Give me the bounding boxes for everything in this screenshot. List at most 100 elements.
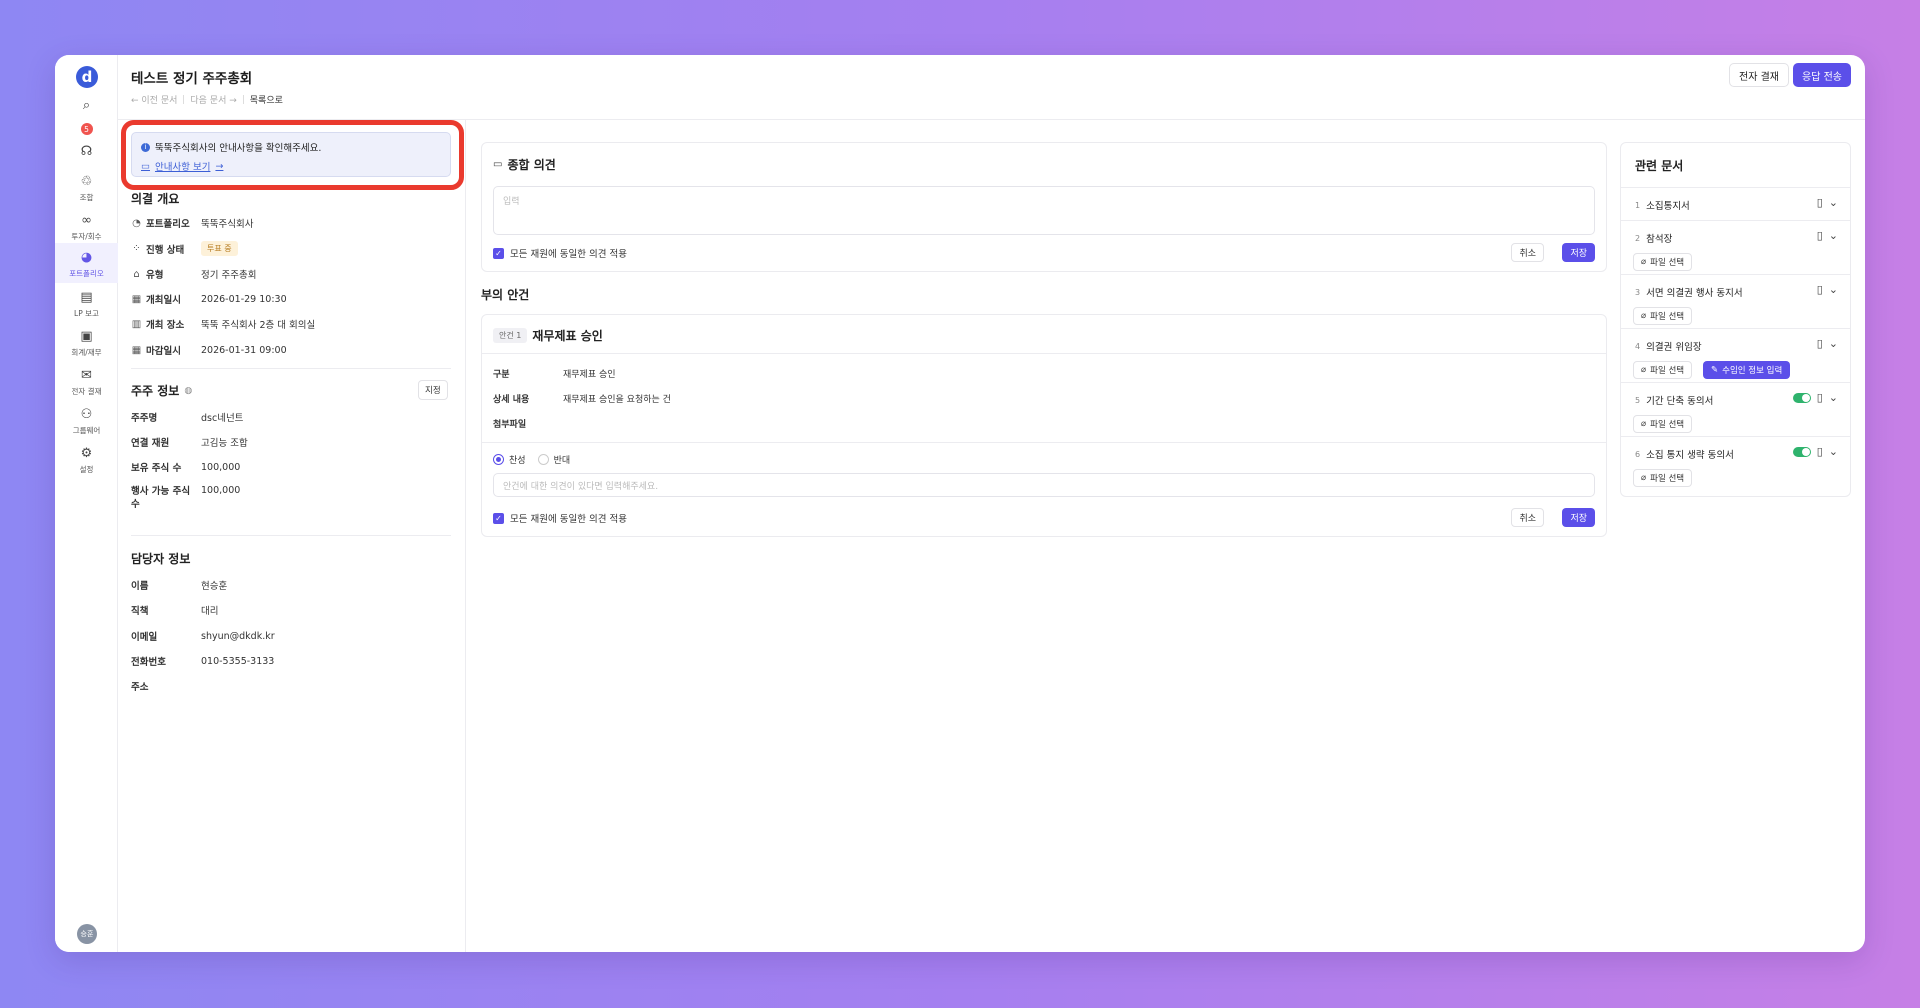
apply-all-agenda-checkbox[interactable]: ✓ 모든 재원에 동일한 의견 적용 (493, 511, 627, 525)
related-doc-row[interactable]: 1 소집통지서 ▯ ⌄ (1621, 187, 1850, 220)
doc-number: 3 (1635, 287, 1641, 297)
file-select-button[interactable]: ⌀ 파일 선택 (1633, 307, 1693, 325)
sidebar-item-lp-report[interactable]: ▤ LP 보고 (55, 291, 118, 319)
proxy-info-button[interactable]: ✎ 수임인 정보 입력 (1703, 361, 1791, 379)
file-select-button[interactable]: ⌀ 파일 선택 (1633, 361, 1693, 379)
chevron-down-icon[interactable]: ⌄ (1829, 196, 1838, 209)
agenda-title: 안건 1 재무제표 승인 (493, 327, 603, 344)
apply-all-opinion-checkbox[interactable]: ✓ 모든 재원에 동일한 의견 적용 (493, 246, 627, 260)
agenda-save-button[interactable]: 저장 (1562, 508, 1595, 527)
overview-row: ▦ 개최일시 2026-01-29 10:30 (131, 292, 287, 307)
document-icon[interactable]: ▯ (1817, 283, 1823, 296)
sidebar-item-accounting[interactable]: ▣ 회계/재무 (55, 330, 118, 358)
radio-unselected-icon (537, 454, 549, 465)
app-logo[interactable]: d (76, 66, 98, 88)
assign-button[interactable]: 지정 (418, 380, 448, 400)
related-doc-row[interactable]: 6 소집 통지 생략 동의서 ▯ ⌄ ⌀ 파일 선택 (1621, 436, 1850, 490)
related-doc-row[interactable]: 3 서면 의결권 행사 동지서 ▯ ⌄ ⌀ 파일 선택 (1621, 274, 1850, 328)
opinion-input[interactable]: 입력 (493, 186, 1595, 235)
document-icon[interactable]: ▯ (1817, 337, 1823, 350)
approve-radio[interactable]: 찬성 (493, 453, 526, 466)
chevron-down-icon[interactable]: ⌄ (1829, 337, 1838, 350)
row-label: 유형 (146, 270, 164, 281)
doc-actions: ▯ ⌄ (1792, 391, 1838, 404)
loading-icon: ⁘ (132, 243, 141, 254)
search-button[interactable]: ⌕ (55, 99, 118, 113)
agenda-row: 구분 재무제표 승인 (493, 367, 616, 380)
radio-label: 찬성 (509, 456, 526, 466)
support-button[interactable]: ☊ (55, 145, 118, 159)
sidebar-item-label: 설정 (79, 465, 94, 474)
reject-radio[interactable]: 반대 (537, 453, 570, 466)
notification-button[interactable]: 5 (55, 123, 118, 135)
doc-navigation: ← 이전 문서 다음 문서 → 목록으로 (131, 93, 283, 106)
chevron-down-icon[interactable]: ⌄ (1829, 283, 1838, 296)
row-value: 재무제표 승인을 요청하는 건 (563, 395, 671, 405)
association-icon: ♲ (80, 174, 93, 189)
check-icon: ✓ (493, 247, 504, 259)
sidebar-item-esign[interactable]: ✉ 전자 결재 (55, 369, 118, 397)
send-response-button[interactable]: 응답 전송 (1793, 63, 1851, 87)
chevron-down-icon[interactable]: ⌄ (1829, 391, 1838, 404)
overview-row: ▦ 마감일시 2026-01-31 09:00 (131, 343, 287, 358)
overview-row: ⌂ 유형 정기 주주총회 (131, 267, 256, 282)
portfolio-icon: ◕ (80, 250, 93, 265)
related-doc-row[interactable]: 2 참석장 ▯ ⌄ ⌀ 파일 선택 (1621, 220, 1850, 274)
file-select-button[interactable]: ⌀ 파일 선택 (1633, 253, 1693, 271)
opinion-save-button[interactable]: 저장 (1562, 243, 1595, 262)
row-label: 연결 재원 (131, 438, 170, 449)
sidebar-item-settings[interactable]: ⚙ 설정 (55, 447, 118, 475)
shareholder-row: 보유 주식 수 100,000 (131, 460, 240, 475)
opinion-cancel-button[interactable]: 취소 (1511, 243, 1544, 262)
search-icon: ⌕ (82, 98, 91, 113)
chevron-down-icon[interactable]: ⌄ (1829, 229, 1838, 242)
row-value: 010-5355-3133 (201, 655, 275, 667)
sidebar-item-label: 조합 (79, 193, 94, 202)
row-value: dsc네넌트 (201, 413, 244, 424)
row-label: 주소 (131, 682, 149, 693)
document-icon[interactable]: ▯ (1817, 391, 1823, 404)
settings-icon: ⚙ (80, 446, 93, 461)
paperclip-icon: ⌀ (1641, 473, 1647, 483)
row-label: 진행 상태 (146, 244, 185, 256)
avatar[interactable]: 승훈 (77, 924, 97, 944)
sidebar-item-investment[interactable]: ∞ 투자/회수 (55, 214, 118, 242)
document-icon[interactable]: ▯ (1817, 229, 1823, 242)
doc-name: 3 서면 의결권 행사 동지서 (1635, 285, 1743, 300)
prev-doc-link[interactable]: ← 이전 문서 (131, 93, 177, 106)
notice-text: 뚝뚝주식회사의 안내사항을 확인해주세요. (155, 143, 322, 154)
chevron-down-icon[interactable]: ⌄ (1829, 445, 1838, 458)
document-icon[interactable]: ▯ (1817, 196, 1823, 209)
sidebar-item-label: 전자 결재 (71, 387, 102, 396)
back-to-list-link[interactable]: 목록으로 (250, 93, 283, 106)
opinion-card: ▭ 종합 의견 입력 ✓ 모든 재원에 동일한 의견 적용 취소 저장 (481, 142, 1607, 272)
sidebar-item-portfolio[interactable]: ◕ 포트폴리오 (55, 243, 118, 283)
agenda-card: 안건 1 재무제표 승인 구분 재무제표 승인 상세 내용 재무제표 승인을 요청하는… (481, 314, 1607, 537)
investment-icon: ∞ (81, 213, 92, 228)
row-label: 행사 가능 주식 수 (131, 486, 191, 510)
sidebar-item-association[interactable]: ♲ 조합 (55, 175, 118, 203)
portfolio-icon: ◔ (132, 217, 141, 229)
overview-row: ⁘ 진행 상태 투표 중 (131, 241, 238, 256)
paperclip-icon: ⌀ (1641, 311, 1647, 321)
pencil-icon: ✎ (1711, 365, 1719, 375)
help-icon[interactable]: ◍ (184, 386, 192, 396)
agenda-cancel-button[interactable]: 취소 (1511, 508, 1544, 527)
file-select-button[interactable]: ⌀ 파일 선택 (1633, 415, 1693, 433)
document-icon[interactable]: ▯ (1817, 445, 1823, 458)
related-doc-row[interactable]: 5 기간 단축 동의서 ▯ ⌄ ⌀ 파일 선택 (1621, 382, 1850, 436)
sidebar-item-label: 그룹웨어 (72, 426, 101, 435)
toggle-switch[interactable] (1792, 446, 1811, 457)
section-title-text: 주주 정보 (131, 384, 180, 398)
toggle-switch[interactable] (1792, 392, 1811, 403)
file-select-button[interactable]: ⌀ 파일 선택 (1633, 469, 1693, 487)
esign-button[interactable]: 전자 결재 (1729, 63, 1789, 87)
notice-banner: i 뚝뚝주식회사의 안내사항을 확인해주세요. ▭ 안내사항 보기 → (131, 132, 451, 177)
view-notice-link[interactable]: ▭ 안내사항 보기 → (141, 159, 441, 174)
doc-actions: ▯ ⌄ (1817, 229, 1838, 242)
next-doc-link[interactable]: 다음 문서 → (190, 93, 236, 106)
sidebar-item-groupware[interactable]: ⚇ 그룹웨어 (55, 408, 118, 436)
shareholder-title: 주주 정보 ◍ (131, 382, 192, 399)
related-doc-row[interactable]: 4 의결권 위임장 ▯ ⌄ ⌀ 파일 선택 ✎ 수임인 정보 입력 (1621, 328, 1850, 382)
agenda-opinion-input[interactable]: 안건에 대한 의견이 있다면 입력해주세요. (493, 473, 1595, 497)
